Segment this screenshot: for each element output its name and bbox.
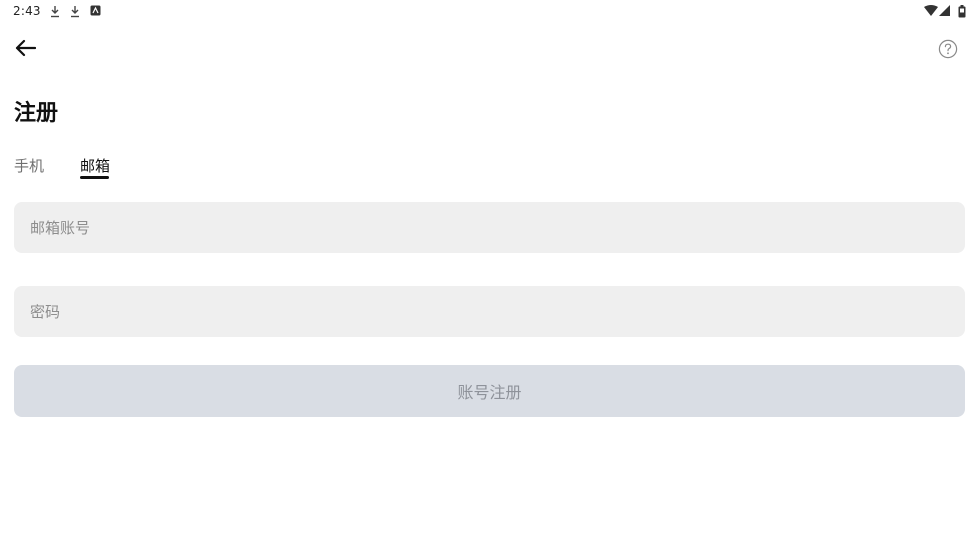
email-field-container xyxy=(14,202,965,253)
question-circle-icon xyxy=(938,39,958,59)
signal-icon xyxy=(939,5,950,16)
arrow-left-icon xyxy=(15,39,36,57)
password-field-container xyxy=(14,286,965,337)
tab-phone[interactable]: 手机 xyxy=(14,156,44,176)
download-icon xyxy=(51,6,59,18)
email-field[interactable] xyxy=(14,202,965,253)
help-button[interactable] xyxy=(936,37,960,61)
battery-icon xyxy=(958,5,966,18)
register-screen: 2:43 注册 手机 邮箱 邮箱账号 账号注册 xyxy=(0,0,979,551)
tab-active-indicator xyxy=(80,176,109,179)
status-time: 2:43 xyxy=(13,4,41,18)
wifi-icon xyxy=(924,5,938,16)
password-field[interactable] xyxy=(14,286,965,337)
download-icon xyxy=(71,6,79,18)
back-button[interactable] xyxy=(10,34,40,62)
app-badge-icon xyxy=(90,5,101,16)
page-title: 注册 xyxy=(14,101,59,126)
status-bar: 2:43 xyxy=(0,0,979,24)
tab-email[interactable]: 邮箱 xyxy=(80,156,110,176)
register-button[interactable]: 账号注册 xyxy=(14,365,965,417)
